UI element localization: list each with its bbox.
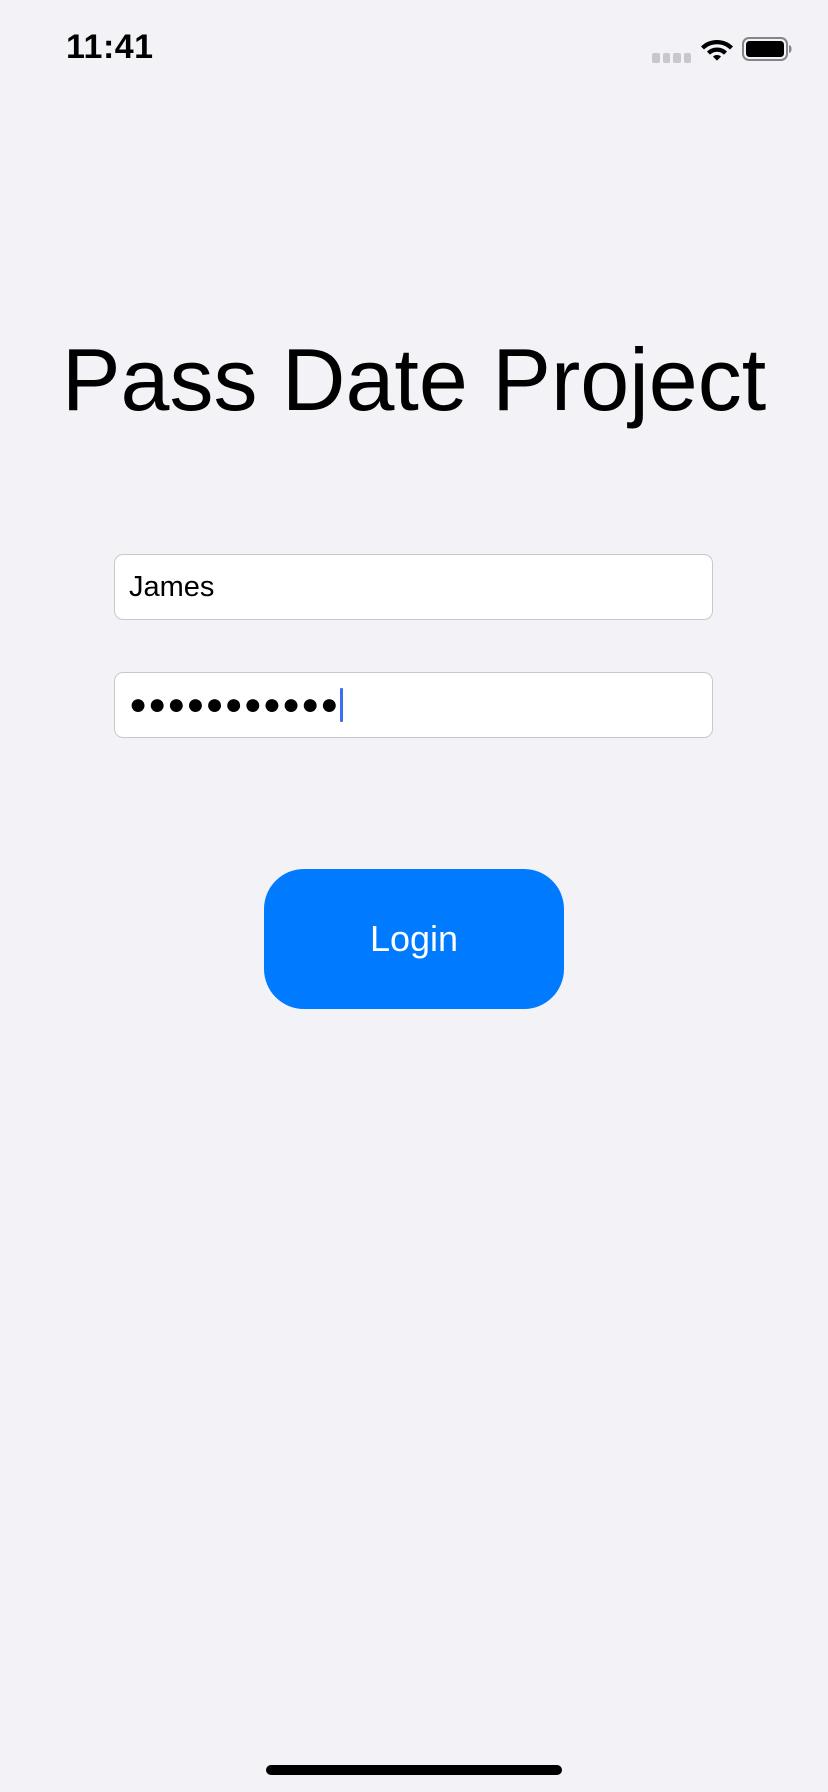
status-bar: 11:41	[0, 0, 828, 100]
wifi-icon	[701, 40, 733, 61]
cellular-signal-icon	[652, 53, 692, 63]
text-cursor	[340, 688, 344, 722]
status-time: 11:41	[66, 28, 154, 66]
username-value: James	[129, 570, 215, 603]
battery-icon	[742, 37, 792, 61]
password-masked-value: ●●●●●●●●●●●	[129, 688, 340, 721]
page-title: Pass Date Project	[61, 330, 767, 429]
username-field[interactable]: James	[114, 554, 713, 620]
login-button[interactable]: Login	[264, 869, 564, 1009]
password-field[interactable]: ●●●●●●●●●●●	[114, 672, 713, 738]
home-indicator[interactable]	[266, 1765, 562, 1775]
